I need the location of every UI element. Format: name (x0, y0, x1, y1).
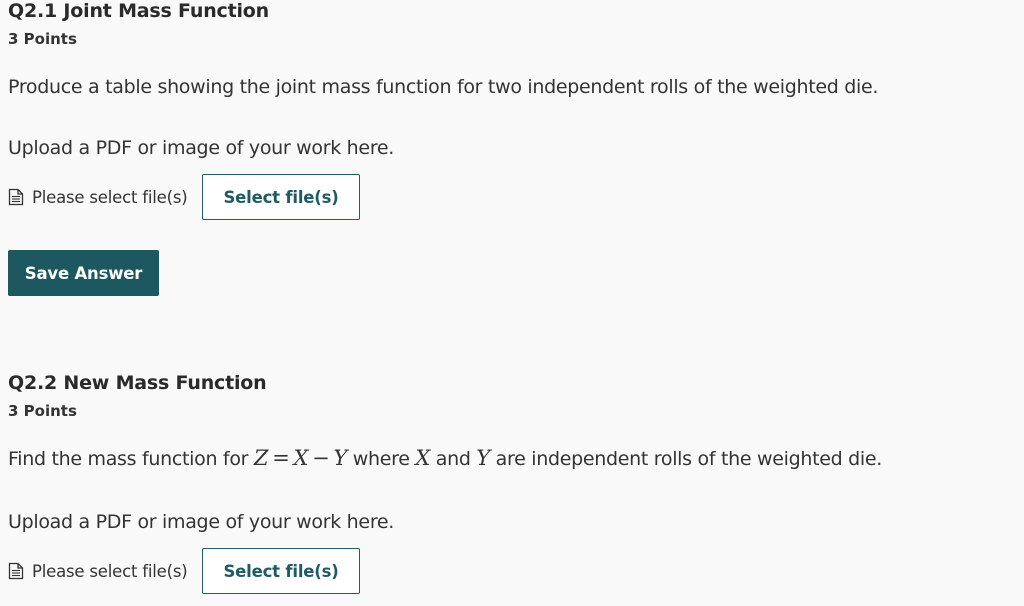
math-var-y-2: Y (476, 446, 490, 470)
q2-upload-text: Upload a PDF or image of your work here. (8, 511, 395, 533)
q1-upload-text: Upload a PDF or image of your work here. (8, 137, 395, 159)
q2-file-row: Please select file(s) Select file(s) (8, 548, 360, 594)
q2-title: Q2.2 New Mass Function (8, 372, 267, 394)
q2-prompt-mid2: and (430, 448, 477, 470)
q2-prompt-after: are independent rolls of the weighted di… (489, 448, 883, 470)
math-var-x-2: X (415, 446, 431, 470)
q2-file-status: Please select file(s) (32, 561, 188, 581)
q1-file-status: Please select file(s) (32, 187, 188, 207)
math-var-x: X (293, 446, 309, 470)
q2-prompt-mid1: where (347, 448, 416, 470)
q2-math-expression: Z = X − Y (254, 446, 347, 470)
file-document-icon (8, 562, 24, 580)
q1-title: Q2.1 Joint Mass Function (8, 0, 269, 22)
q2-points: 3 Points (8, 402, 77, 420)
q1-select-files-button[interactable]: Select file(s) (202, 174, 360, 220)
q1-points: 3 Points (8, 30, 77, 48)
math-var-y: Y (333, 446, 348, 470)
math-minus: − (312, 446, 330, 470)
q1-file-row: Please select file(s) Select file(s) (8, 174, 360, 220)
math-var-z: Z (253, 446, 269, 470)
q2-prompt-before: Find the mass function for (8, 448, 254, 470)
math-equals: = (272, 446, 290, 470)
q2-select-files-button[interactable]: Select file(s) (202, 548, 360, 594)
save-answer-button[interactable]: Save Answer (8, 250, 159, 296)
file-document-icon (8, 188, 24, 206)
q1-prompt: Produce a table showing the joint mass f… (8, 76, 879, 98)
page: Q2.1 Joint Mass Function 3 Points Produc… (0, 0, 1024, 606)
q2-prompt: Find the mass function for Z = X − Y where X… (8, 446, 882, 470)
